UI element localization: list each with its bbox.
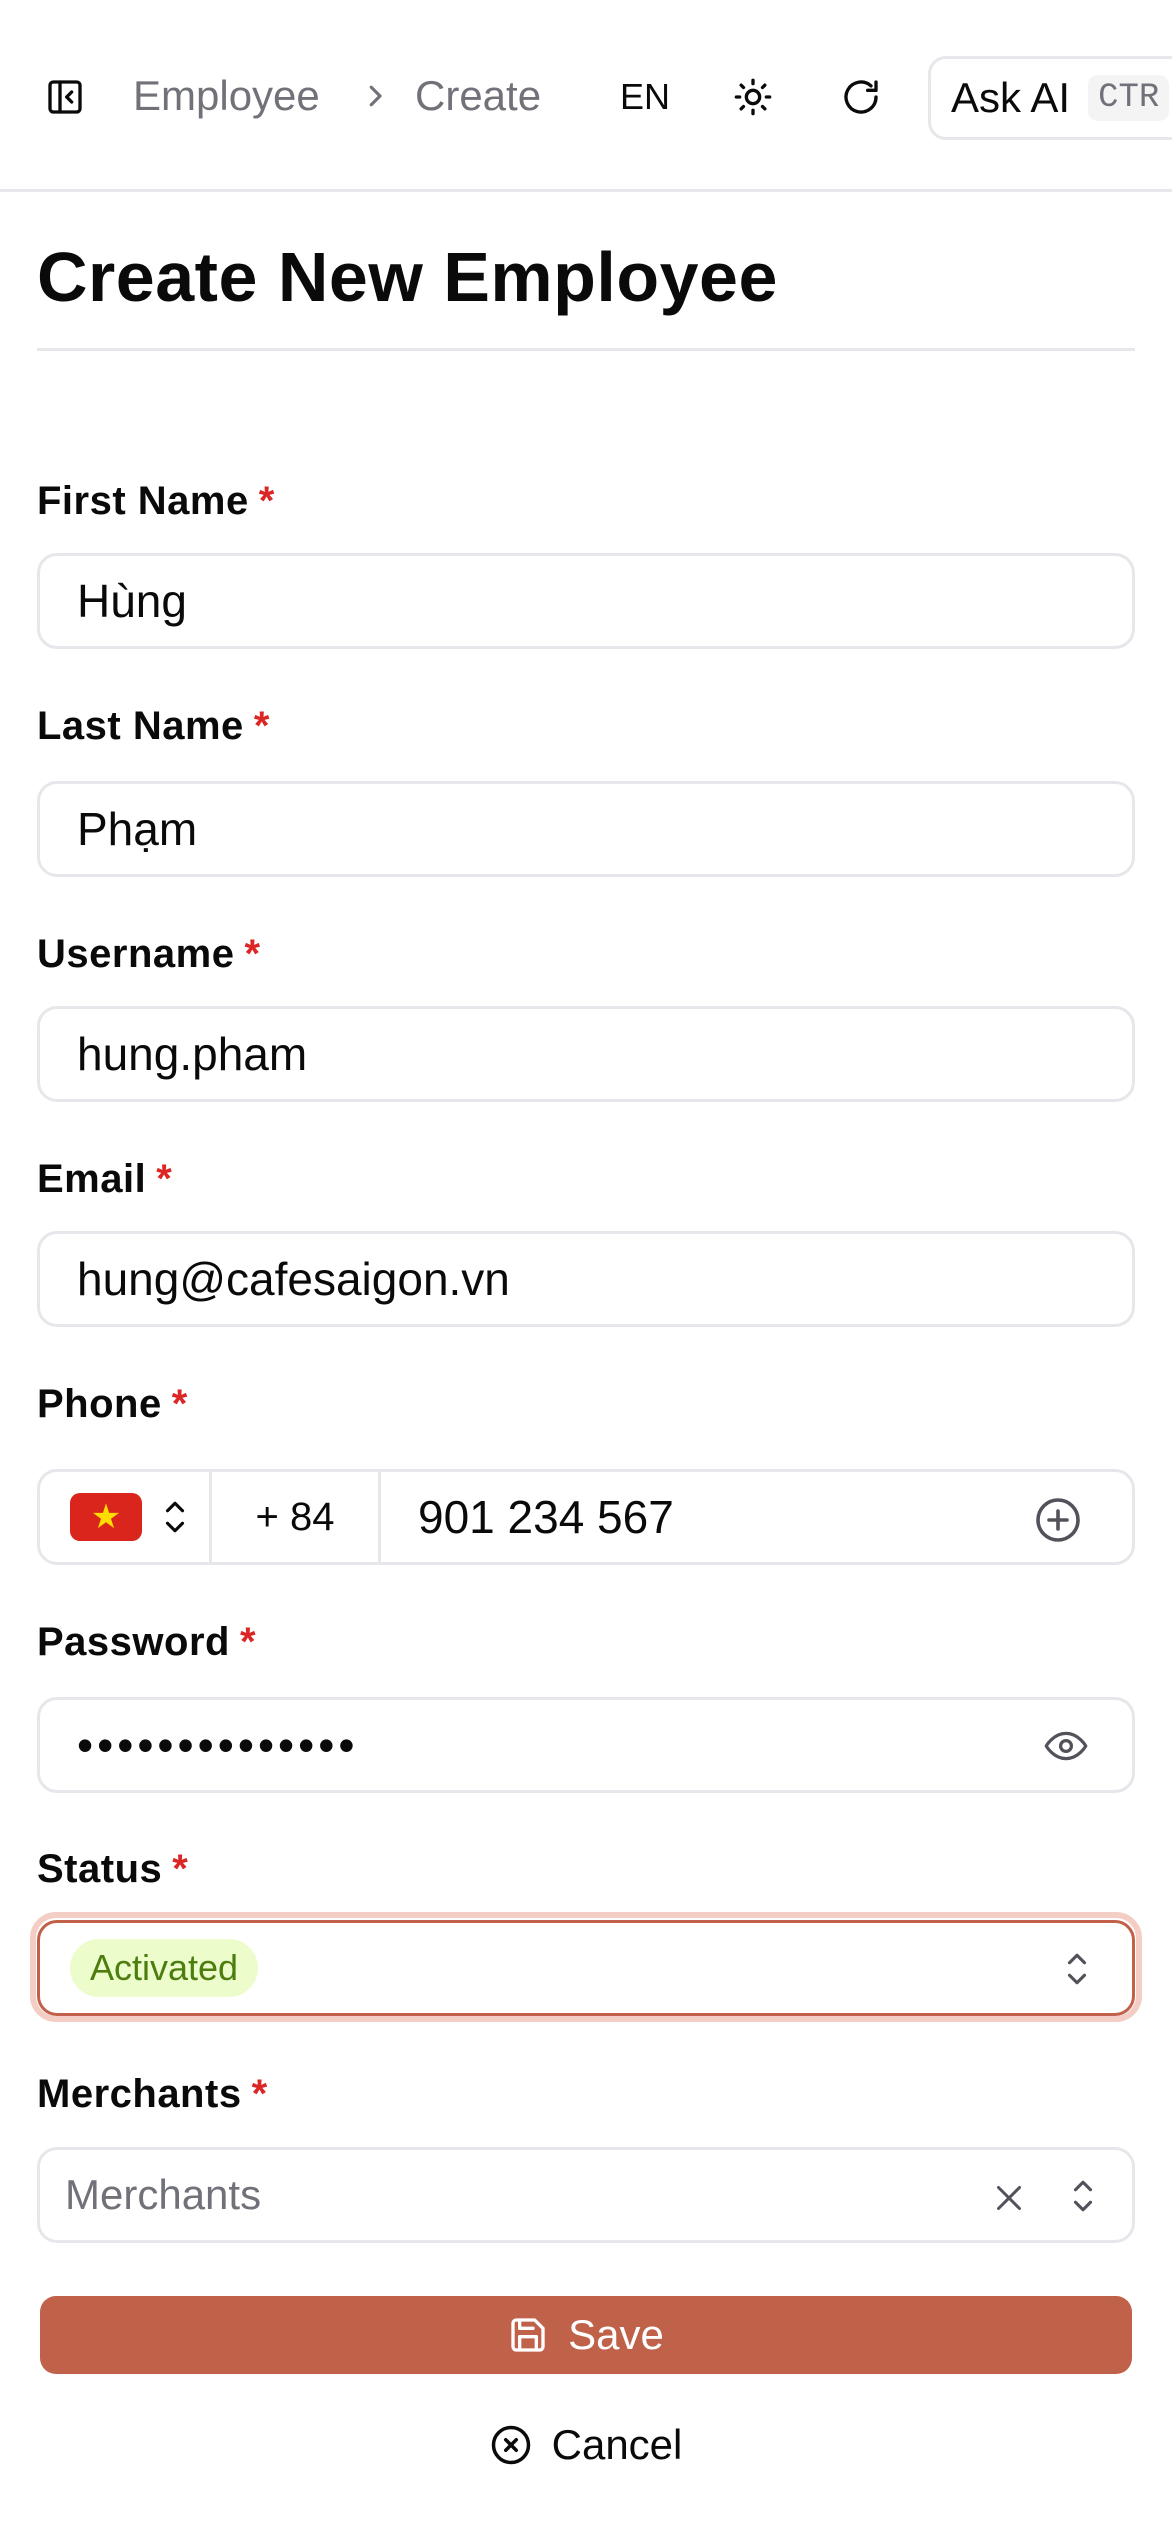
username-value: hung.pham — [77, 1028, 308, 1080]
merchants-select[interactable]: Merchants — [37, 2147, 1135, 2243]
merchants-label: Merchants * — [37, 2072, 268, 2116]
password-value: •••••••••••••• — [77, 1719, 359, 1771]
password-field[interactable]: •••••••••••••• — [37, 1697, 1135, 1793]
email-label: Email * — [37, 1157, 173, 1201]
email-value: hung@cafesaigon.vn — [77, 1253, 510, 1305]
last-name-field[interactable]: Phạm — [37, 781, 1135, 877]
username-field[interactable]: hung.pham — [37, 1006, 1135, 1102]
page-title: Create New Employee — [37, 238, 778, 316]
x-circle-icon — [491, 2425, 530, 2465]
password-label: Password * — [37, 1620, 257, 1664]
breadcrumb-chevron-icon — [360, 78, 390, 114]
phone-number-input[interactable]: 901 234 567 — [381, 1490, 674, 1544]
eye-icon[interactable] — [1044, 1728, 1088, 1764]
status-badge: Activated — [70, 1939, 259, 1997]
country-code: + 84 — [212, 1472, 381, 1562]
title-divider — [37, 348, 1135, 351]
language-switcher[interactable]: EN — [620, 72, 670, 122]
refresh-icon[interactable] — [836, 72, 886, 122]
ask-ai-label: Ask AI — [951, 74, 1071, 121]
status-select[interactable]: Activated — [37, 1920, 1135, 2016]
save-label: Save — [568, 2311, 664, 2358]
first-name-value: Hùng — [77, 575, 187, 627]
phone-label: Phone * — [37, 1382, 188, 1426]
first-name-field[interactable]: Hùng — [37, 553, 1135, 649]
last-name-label: Last Name * — [37, 704, 270, 748]
country-select[interactable]: ★ — [40, 1472, 212, 1562]
status-label: Status * — [37, 1847, 189, 1891]
save-icon — [511, 2318, 545, 2352]
top-bar: Employee Create EN Ask AI CTR — [0, 0, 1172, 192]
phone-field: ★ + 84 901 234 567 — [37, 1469, 1135, 1565]
plus-circle-icon[interactable] — [1034, 1496, 1082, 1544]
save-button[interactable]: Save — [40, 2296, 1132, 2374]
breadcrumb-create: Create — [415, 72, 542, 119]
email-field[interactable]: hung@cafesaigon.vn — [37, 1231, 1135, 1327]
last-name-value: Phạm — [77, 803, 198, 855]
sidebar-toggle-icon[interactable] — [40, 72, 90, 122]
first-name-label: First Name * — [37, 479, 275, 523]
clear-icon[interactable] — [991, 2180, 1027, 2216]
vietnam-flag-icon: ★ — [70, 1493, 142, 1541]
ask-ai-button[interactable]: Ask AI CTR — [928, 56, 1172, 140]
username-label: Username * — [37, 932, 261, 976]
cancel-button[interactable]: Cancel — [40, 2410, 1132, 2480]
cancel-label: Cancel — [551, 2421, 683, 2468]
ask-ai-shortcut: CTR — [1088, 75, 1170, 121]
chevrons-up-down-icon — [1073, 2180, 1093, 2212]
merchants-placeholder: Merchants — [65, 2171, 262, 2218]
sun-icon[interactable] — [728, 72, 778, 122]
chevrons-up-down-icon — [165, 1501, 185, 1533]
chevrons-up-down-icon — [1067, 1953, 1087, 1985]
breadcrumb-employee[interactable]: Employee — [133, 68, 320, 124]
